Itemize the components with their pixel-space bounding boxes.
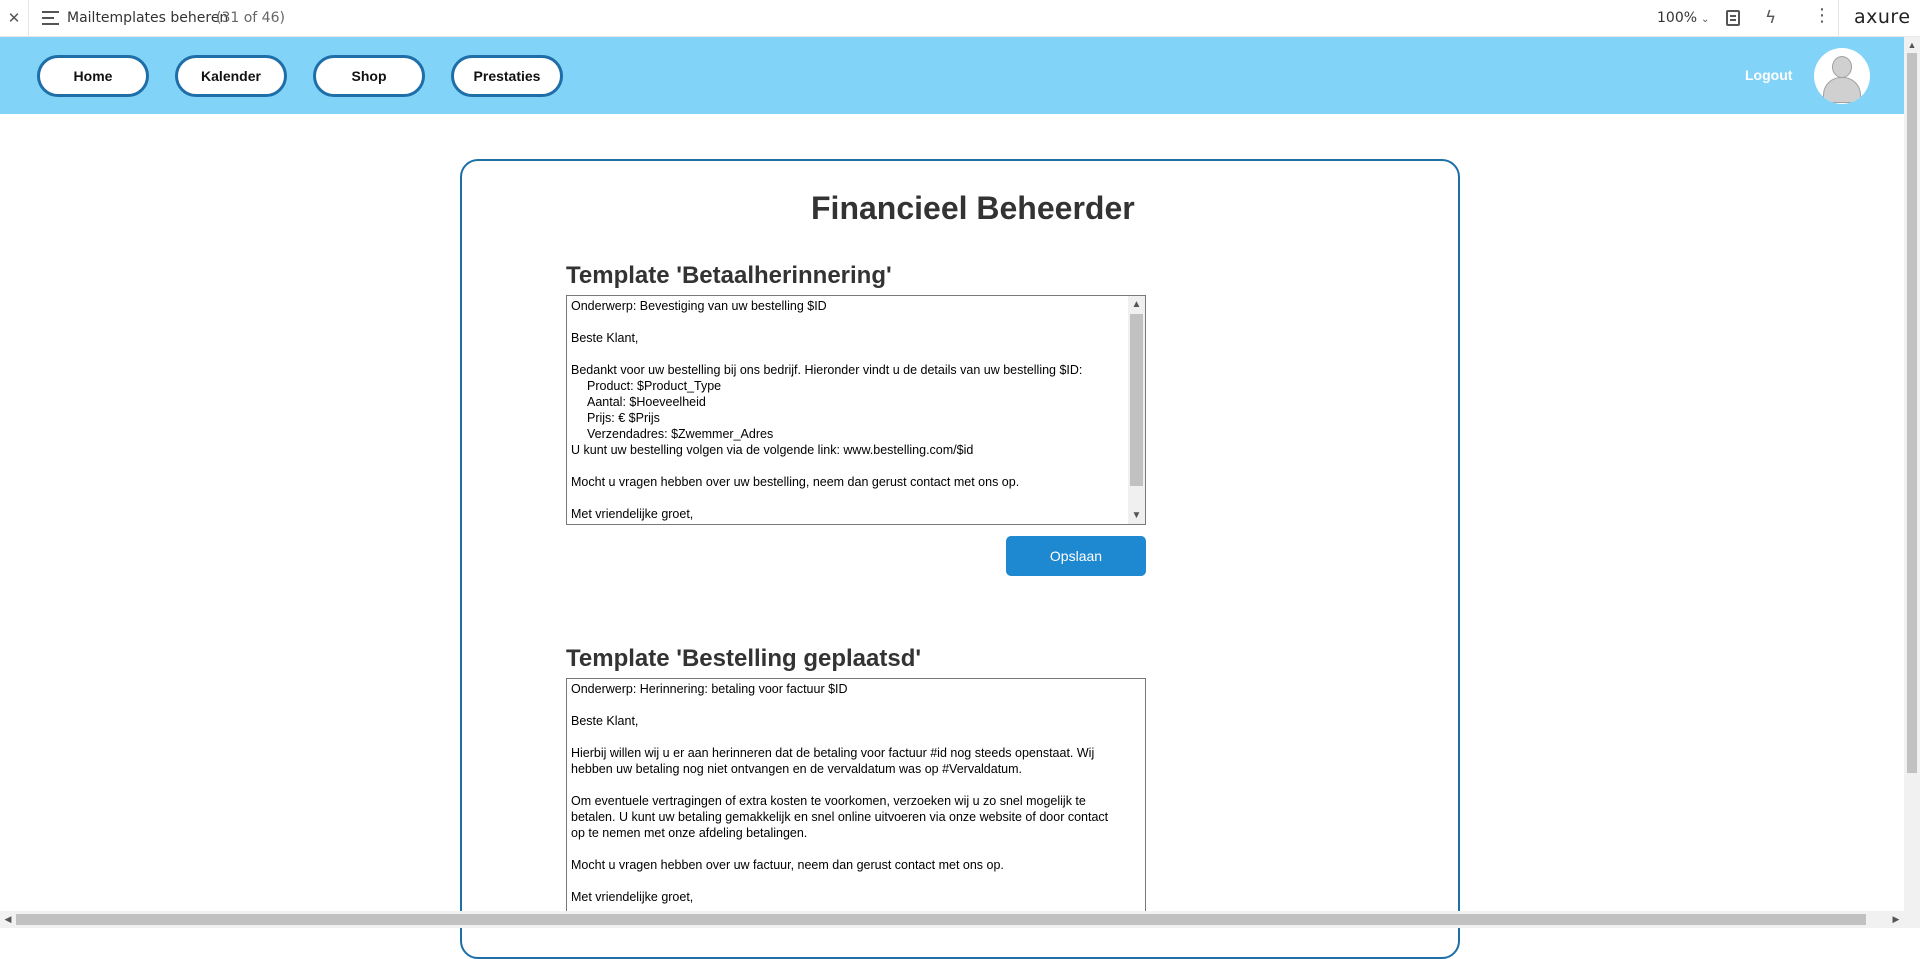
nav-kalender-button[interactable]: Kalender: [175, 55, 287, 97]
page-horizontal-scrollbar[interactable]: ◀ ▶: [0, 911, 1904, 928]
page-title: Mailtemplates beheren: [67, 10, 229, 26]
avatar-head-icon: [1832, 56, 1852, 78]
scroll-down-icon[interactable]: ▼: [1128, 507, 1145, 524]
template-line: [571, 314, 1125, 330]
app-header: Home Kalender Shop Prestaties Logout: [0, 37, 1904, 114]
template-line: Onderwerp: Herinnering: betaling voor fa…: [571, 682, 848, 696]
template-line: Product: $Product_Type: [587, 379, 722, 393]
template-line: [571, 841, 1137, 857]
template-line: [571, 490, 1125, 506]
template-line: Hierbij willen wij u er aan herinneren d…: [571, 746, 1095, 760]
logout-link[interactable]: Logout: [1745, 67, 1792, 83]
avatar[interactable]: [1814, 48, 1870, 104]
scrollbar-thumb[interactable]: [16, 914, 1866, 925]
toolbar-divider: [28, 0, 29, 37]
template-line: Met vriendelijke groet,: [571, 507, 694, 521]
axure-logo: axure: [1854, 6, 1911, 28]
scrollbar-thumb[interactable]: [1907, 53, 1917, 773]
zoom-select[interactable]: 100% ⌄: [1657, 10, 1709, 26]
scroll-left-icon[interactable]: ◀: [0, 911, 16, 928]
zoom-value: 100%: [1657, 10, 1698, 26]
template-1-title: Template 'Betaalherinnering': [566, 262, 892, 289]
avatar-body-icon: [1823, 77, 1861, 103]
nav-prestaties-button[interactable]: Prestaties: [451, 55, 563, 97]
template-line: Mocht u vragen hebben over uw bestelling…: [571, 475, 1020, 489]
template-line: op te nemen met onze afdeling betalingen…: [571, 826, 808, 840]
template-line: Met vriendelijke groet,: [571, 890, 694, 904]
toolbar-divider: [1838, 0, 1839, 37]
template-line: Beste Klant,: [571, 714, 639, 728]
scroll-up-icon[interactable]: ▲: [1128, 296, 1145, 313]
close-icon[interactable]: ✕: [6, 9, 22, 27]
template-line: betalen. U kunt uw betaling gemakkelijk …: [571, 810, 1109, 824]
template-line: Aantal: $Hoeveelheid: [587, 395, 706, 409]
axure-toolbar: ✕ Mailtemplates beheren (31 of 46) 100% ⌄…: [0, 0, 1920, 37]
template-line: [571, 729, 1137, 745]
template-line: [571, 697, 1137, 713]
template-line: hebben uw betaling nog niet ontvangen en…: [571, 762, 1023, 776]
template-line: Beste Klant,: [571, 331, 639, 345]
template-line: U kunt uw bestelling volgen via de volge…: [571, 443, 974, 457]
template-line: Bedankt voor uw bestelling bij ons bedri…: [571, 363, 1083, 377]
template-1-textarea[interactable]: Onderwerp: Bevestiging van uw bestelling…: [566, 295, 1146, 525]
textarea-scrollbar[interactable]: ▲ ▼: [1128, 296, 1145, 524]
scrollbar-thumb[interactable]: [1130, 314, 1143, 486]
template-line: Verzendadres: $Zwemmer_Adres: [587, 427, 774, 441]
chevron-down-icon: ⌄: [1701, 14, 1710, 25]
template-line: Mocht u vragen hebben over uw factuur, n…: [571, 858, 1004, 872]
template-line: Onderwerp: Bevestiging van uw bestelling…: [571, 299, 827, 313]
scrollbar-corner: [1904, 911, 1920, 928]
save-button[interactable]: Opslaan: [1006, 536, 1146, 576]
interactions-icon[interactable]: ϟ: [1765, 8, 1776, 28]
template-2-title: Template 'Bestelling geplaatsd': [566, 645, 922, 672]
page-count: (31 of 46): [216, 10, 285, 26]
scroll-up-icon[interactable]: ▲: [1904, 37, 1920, 53]
template-line: [571, 346, 1125, 362]
template-line: [571, 873, 1137, 889]
menu-icon[interactable]: [42, 11, 59, 25]
template-line: Prijs: € $Prijs: [587, 411, 660, 425]
template-line: Om eventuele vertragingen of extra koste…: [571, 794, 1086, 808]
nav-shop-button[interactable]: Shop: [313, 55, 425, 97]
template-line: [571, 458, 1125, 474]
page-vertical-scrollbar[interactable]: ▲: [1904, 37, 1920, 911]
page-heading: Financieel Beheerder: [811, 190, 1135, 226]
nav-home-button[interactable]: Home: [37, 55, 149, 97]
template-2-textarea[interactable]: Onderwerp: Herinnering: betaling voor fa…: [566, 678, 1146, 918]
scroll-right-icon[interactable]: ▶: [1888, 911, 1904, 928]
more-options-icon[interactable]: ⋮: [1813, 7, 1831, 25]
notes-icon[interactable]: [1726, 10, 1740, 26]
template-line: [571, 777, 1137, 793]
